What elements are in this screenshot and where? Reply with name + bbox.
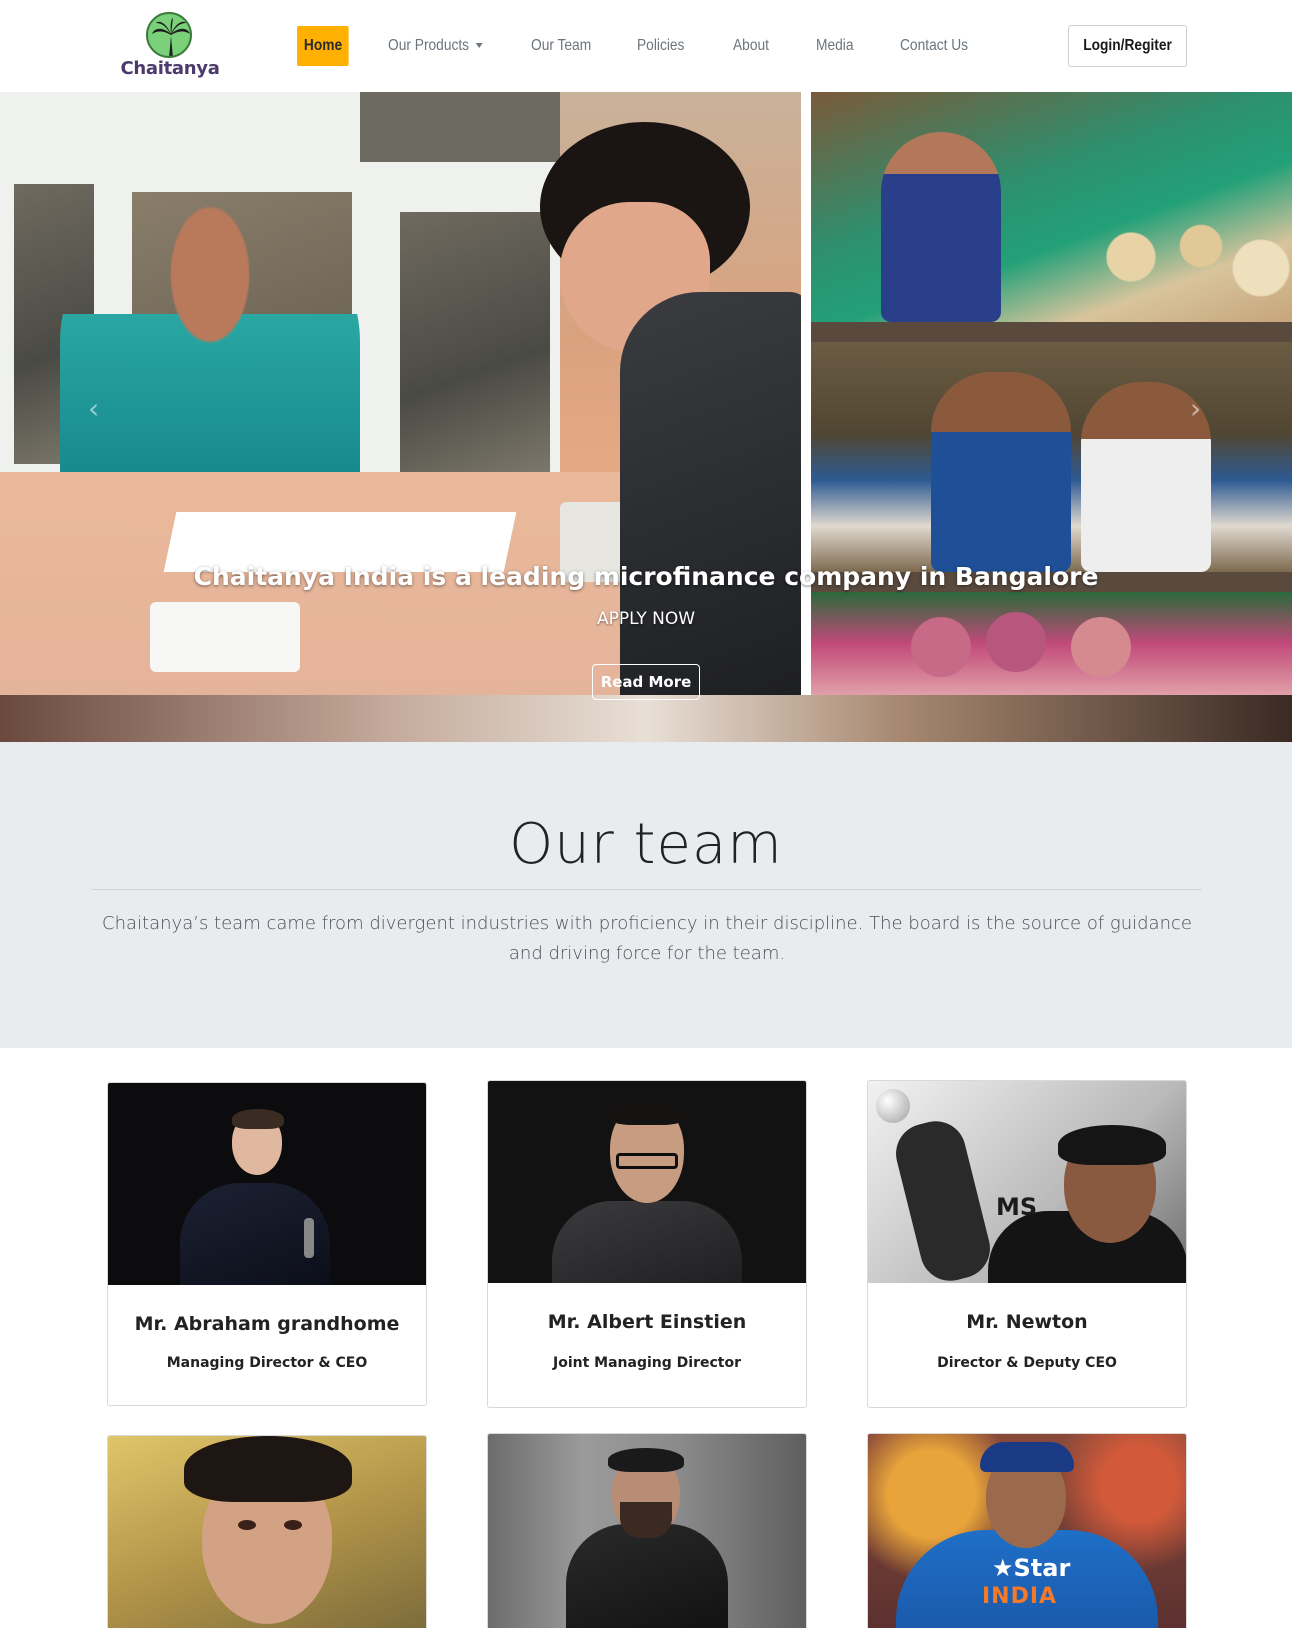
team-member-name: Mr. Newton	[966, 1311, 1088, 1333]
team-member-photo	[108, 1436, 426, 1628]
microphone	[304, 1218, 314, 1258]
team-section-description: Chaitanya’s team came from divergent ind…	[102, 913, 1192, 964]
team-card[interactable]: MS Mr. Newton Director & Deputy CEO	[867, 1080, 1187, 1408]
eye	[284, 1520, 302, 1530]
collage-photo-group	[811, 592, 1292, 695]
jersey-team-text: INDIA	[982, 1584, 1058, 1609]
brand-logo[interactable]: Chaitanya	[120, 10, 220, 84]
jersey-brand-text: ★Star	[992, 1554, 1071, 1582]
raised-arm	[889, 1114, 997, 1283]
team-card[interactable]	[487, 1433, 807, 1628]
weaver-person	[881, 132, 1001, 322]
eye	[238, 1520, 256, 1530]
nav-policies[interactable]: Policies	[637, 26, 684, 66]
cap	[980, 1442, 1074, 1472]
palm-tree-icon	[146, 12, 192, 58]
jacket-body	[566, 1524, 728, 1628]
team-card[interactable]: Mr. Abraham grandhome Managing Director …	[107, 1082, 427, 1406]
collage-photo-weaving	[811, 92, 1292, 322]
hero-title: Chaitanya India is a leading microfinanc…	[193, 562, 1099, 591]
hair	[608, 1099, 686, 1125]
hair	[608, 1448, 684, 1472]
ms-logo: MS	[996, 1193, 1038, 1221]
team-card[interactable]: ★Star INDIA	[867, 1433, 1187, 1628]
collage-divider	[801, 92, 811, 695]
chevron-left-icon[interactable]: ‹	[88, 392, 99, 425]
team-member-name: Mr. Albert Einstien	[547, 1311, 747, 1333]
window-pane	[400, 212, 550, 472]
hero-subtitle[interactable]: APPLY NOW	[0, 609, 1292, 629]
jersey-brand-label: Star	[1013, 1554, 1071, 1582]
nav-our-products[interactable]: Our Products	[388, 26, 483, 66]
divider	[92, 889, 1202, 890]
team-card[interactable]: Mr. Albert Einstien Joint Managing Direc…	[487, 1080, 807, 1408]
nav-our-products-label: Our Products	[388, 37, 470, 54]
ball	[876, 1089, 910, 1123]
nav-our-team[interactable]: Our Team	[531, 26, 591, 66]
team-section-title: Our team	[509, 812, 783, 877]
caret-down-icon	[475, 43, 483, 49]
team-member-photo	[488, 1081, 806, 1283]
team-intro-section: Our team Chaitanya’s team came from dive…	[0, 742, 1292, 1048]
suit-body	[552, 1201, 742, 1283]
hero-main-photo	[0, 92, 801, 695]
nav-media[interactable]: Media	[816, 26, 853, 66]
team-card[interactable]	[107, 1435, 427, 1628]
farmer-person	[931, 372, 1071, 572]
chevron-right-icon[interactable]: ›	[1190, 392, 1201, 425]
baskets	[1091, 202, 1291, 312]
hair	[1058, 1125, 1166, 1165]
hero-bottom-strip	[0, 695, 1292, 742]
glasses	[616, 1153, 678, 1169]
login-register-label: Login/Regiter	[1083, 37, 1172, 54]
team-member-photo: MS	[868, 1081, 1186, 1283]
team-member-photo	[488, 1434, 806, 1628]
beard	[620, 1502, 672, 1538]
team-member-photo: ★Star INDIA	[868, 1434, 1186, 1628]
navbar: Chaitanya Home Our Products Our Team Pol…	[0, 0, 1292, 92]
collage-photo-mushrooms	[811, 342, 1292, 572]
read-more-button[interactable]: Read More	[592, 664, 700, 700]
login-register-button[interactable]: Login/Regiter	[1068, 25, 1187, 67]
nav-about[interactable]: About	[733, 26, 769, 66]
hero-carousel: ‹ › Chaitanya India is a leading microfi…	[0, 92, 1292, 742]
team-member-role: Director & Deputy CEO	[937, 1355, 1117, 1371]
nav-home[interactable]: Home	[297, 26, 349, 66]
team-member-name: Mr. Abraham grandhome	[134, 1313, 400, 1335]
customer-body	[620, 292, 801, 695]
brand-name: Chaitanya	[120, 58, 220, 79]
team-member-role: Joint Managing Director	[553, 1355, 741, 1371]
hair	[232, 1109, 284, 1129]
nav-contact-us[interactable]: Contact Us	[900, 26, 968, 66]
window-pane	[360, 92, 560, 162]
team-member-role: Managing Director & CEO	[166, 1355, 368, 1371]
team-member-photo	[108, 1083, 426, 1285]
hair	[184, 1436, 352, 1502]
